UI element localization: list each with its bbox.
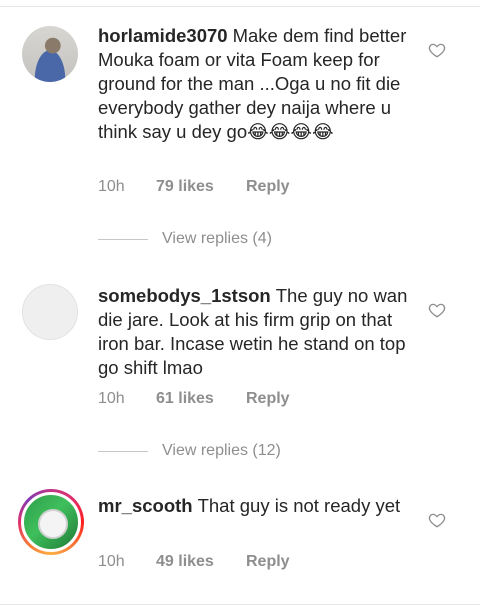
comment-time: 10h	[98, 390, 125, 407]
comment-time: 10h	[98, 553, 125, 570]
bottom-divider	[0, 604, 480, 605]
view-replies-button[interactable]: View replies (4)	[98, 230, 272, 248]
comment-likes[interactable]: 79 likes	[156, 178, 246, 196]
comment-text: That guy is not ready yet	[197, 495, 401, 516]
comment-body: horlamide3070 Make dem find better Mouka …	[98, 24, 418, 144]
heart-icon[interactable]	[428, 301, 446, 319]
top-divider	[0, 6, 480, 7]
avatar[interactable]	[18, 489, 84, 555]
view-replies-button[interactable]: View replies (12)	[98, 442, 281, 460]
comment-username[interactable]: somebodys_1stson	[98, 285, 271, 306]
heart-icon[interactable]	[428, 41, 446, 59]
avatar-image	[21, 492, 81, 552]
replies-divider-line	[98, 238, 148, 240]
reply-button[interactable]: Reply	[246, 553, 290, 571]
reply-button[interactable]: Reply	[246, 390, 290, 408]
reply-button[interactable]: Reply	[246, 178, 290, 196]
heart-icon[interactable]	[428, 511, 446, 529]
comment-username[interactable]: mr_scooth	[98, 495, 193, 516]
comment-meta: 10h 79 likes Reply	[98, 178, 290, 196]
comment-username[interactable]: horlamide3070	[98, 25, 228, 46]
comment-body: mr_scooth That guy is not ready yet	[98, 494, 418, 518]
comment-likes[interactable]: 49 likes	[156, 553, 246, 571]
comment-meta: 10h 49 likes Reply	[98, 553, 290, 571]
comments-screen: horlamide3070 Make dem find better Mouka …	[0, 0, 480, 612]
comment-body: somebodys_1stson The guy no wan die jare.…	[98, 284, 418, 380]
view-replies-label: View replies (4)	[162, 230, 272, 247]
comment-likes[interactable]: 61 likes	[156, 390, 246, 408]
view-replies-label: View replies (12)	[162, 442, 281, 459]
comment-meta: 10h 61 likes Reply	[98, 390, 290, 408]
replies-divider-line	[98, 450, 148, 452]
avatar[interactable]	[22, 284, 78, 340]
avatar[interactable]	[22, 26, 78, 82]
comment-time: 10h	[98, 178, 125, 195]
